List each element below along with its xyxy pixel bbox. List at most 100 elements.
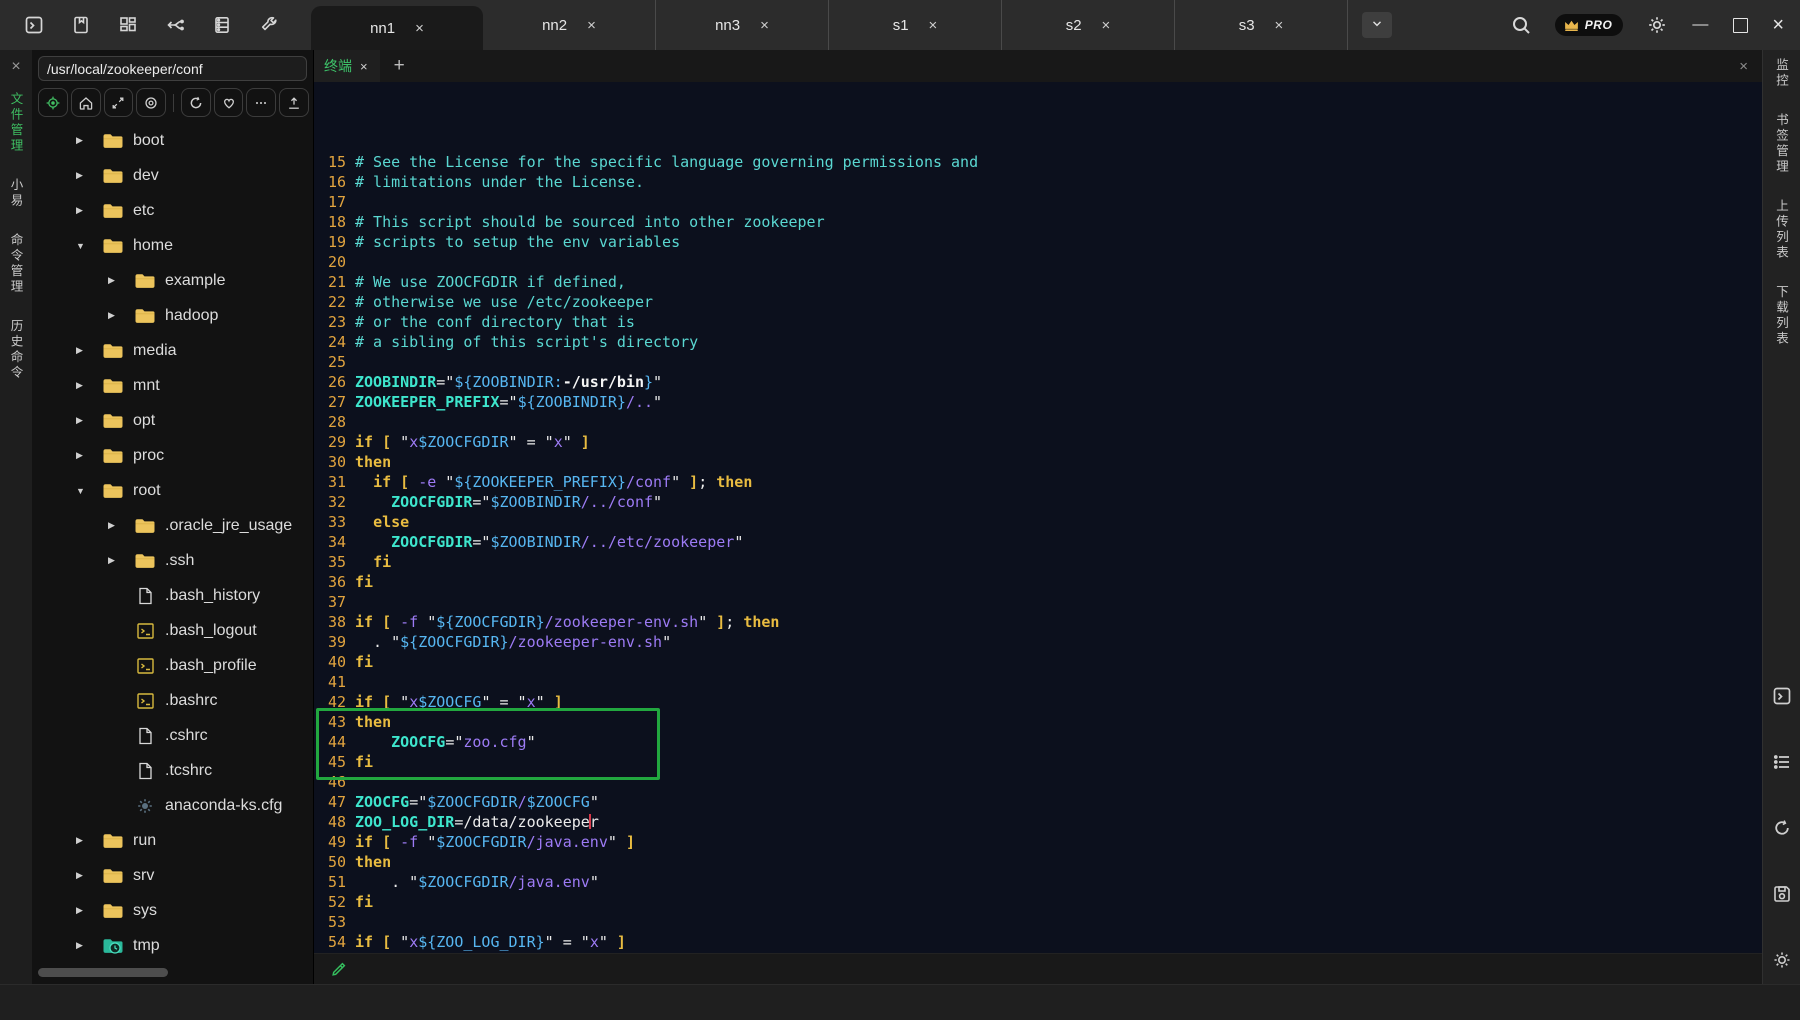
tree-right-arrow-icon[interactable]: ▶ (76, 205, 102, 216)
tree-item-tmp[interactable]: ▶tmp (32, 928, 313, 963)
tree-right-arrow-icon[interactable]: ▶ (108, 275, 134, 286)
close-button[interactable]: × (1772, 15, 1784, 35)
tree-right-arrow-icon[interactable]: ▶ (76, 135, 102, 146)
session-tab-nn2[interactable]: nn2× (483, 0, 656, 50)
horizontal-scrollbar[interactable] (32, 966, 313, 980)
right-rail-item-0[interactable]: 监控 (1772, 58, 1791, 89)
panel-close-icon[interactable]: × (11, 58, 20, 80)
code-line-17: 17 (314, 192, 1762, 212)
wrench-icon[interactable] (259, 15, 279, 35)
minimize-button[interactable]: — (1691, 16, 1709, 34)
code-line-26: 26ZOOBINDIR="${ZOOBINDIR:-/usr/bin}" (314, 372, 1762, 392)
tab-close-icon[interactable]: × (587, 18, 596, 33)
refresh-icon[interactable] (1772, 818, 1792, 838)
session-tab-nn3[interactable]: nn3× (656, 0, 829, 50)
terminal-window-icon[interactable] (24, 15, 44, 35)
tree-right-arrow-icon[interactable]: ▶ (76, 905, 102, 916)
tree-item-run[interactable]: ▶run (32, 823, 313, 858)
tree-down-arrow-icon[interactable]: ▼ (76, 486, 102, 496)
tree-item-dev[interactable]: ▶dev (32, 158, 313, 193)
more-button[interactable] (246, 88, 276, 117)
right-rail-item-1[interactable]: 书签管理 (1772, 113, 1791, 175)
tree-item-media[interactable]: ▶media (32, 333, 313, 368)
tree-item-etc[interactable]: ▶etc (32, 193, 313, 228)
path-input[interactable] (38, 56, 307, 81)
fit-button[interactable] (104, 88, 134, 117)
tab-close-icon[interactable]: × (929, 18, 938, 33)
tree-right-arrow-icon[interactable]: ▶ (76, 835, 102, 846)
search-icon[interactable] (1511, 15, 1531, 35)
terminal-window-icon[interactable] (1772, 686, 1792, 706)
session-tab-nn1[interactable]: nn1× (311, 6, 483, 50)
tree-right-arrow-icon[interactable]: ▶ (108, 520, 134, 531)
pro-badge[interactable]: PRO (1555, 14, 1624, 36)
tree-item-home[interactable]: ▼home (32, 228, 313, 263)
tree-item-mnt[interactable]: ▶mnt (32, 368, 313, 403)
maximize-button[interactable] (1733, 18, 1748, 33)
session-tab-s1[interactable]: s1× (829, 0, 1002, 50)
tree-item-srv[interactable]: ▶srv (32, 858, 313, 893)
tab-close-icon[interactable]: × (1275, 18, 1284, 33)
tree-item-sys[interactable]: ▶sys (32, 893, 313, 928)
terminal-tab-close-icon[interactable]: × (360, 59, 368, 74)
tree-right-arrow-icon[interactable]: ▶ (76, 940, 102, 951)
tree-right-arrow-icon[interactable]: ▶ (108, 555, 134, 566)
tab-close-icon[interactable]: × (415, 21, 424, 36)
list-icon[interactable] (1772, 752, 1792, 772)
tree-item-example[interactable]: ▶example (32, 263, 313, 298)
folder-icon (102, 377, 124, 395)
tree-item-.cshrc[interactable]: .cshrc (32, 718, 313, 753)
server-list-icon[interactable] (212, 15, 232, 35)
vim-editor[interactable]: 15# See the License for the specific lan… (314, 82, 1762, 953)
settings-gear-icon[interactable] (1647, 15, 1667, 35)
tab-close-icon[interactable]: × (760, 18, 769, 33)
heart-button[interactable] (214, 88, 244, 117)
tree-item-proc[interactable]: ▶proc (32, 438, 313, 473)
gear-icon[interactable] (1772, 950, 1792, 970)
session-tab-s3[interactable]: s3× (1175, 0, 1348, 50)
right-rail-item-3[interactable]: 下载列表 (1772, 285, 1791, 347)
bookmark-file-icon[interactable] (71, 15, 91, 35)
tree-right-arrow-icon[interactable]: ▶ (108, 310, 134, 321)
new-terminal-button[interactable]: + (394, 55, 405, 77)
home-button[interactable] (71, 88, 101, 117)
upload-button[interactable] (279, 88, 309, 117)
tree-item-.bash_history[interactable]: .bash_history (32, 578, 313, 613)
tree-right-arrow-icon[interactable]: ▶ (76, 415, 102, 426)
tree-right-arrow-icon[interactable]: ▶ (76, 870, 102, 881)
terminal-tab[interactable]: 终端 × (314, 50, 380, 82)
tree-item-.ssh[interactable]: ▶.ssh (32, 543, 313, 578)
tree-item-opt[interactable]: ▶opt (32, 403, 313, 438)
locate-button[interactable] (38, 88, 68, 117)
tree-item-boot[interactable]: ▶boot (32, 123, 313, 158)
session-tab-s2[interactable]: s2× (1002, 0, 1175, 50)
tree-right-arrow-icon[interactable]: ▶ (76, 380, 102, 391)
tab-close-icon[interactable]: × (1102, 18, 1111, 33)
tree-item-anaconda-ks.cfg[interactable]: anaconda-ks.cfg (32, 788, 313, 823)
tab-overflow-button[interactable] (1362, 12, 1392, 38)
tree-item-root[interactable]: ▼root (32, 473, 313, 508)
tree-item-hadoop[interactable]: ▶hadoop (32, 298, 313, 333)
connection-tree-icon[interactable] (165, 15, 185, 35)
right-rail-item-2[interactable]: 上传列表 (1772, 199, 1791, 261)
left-rail-item-1[interactable]: 小易 (7, 178, 26, 209)
tree-item-.tcshrc[interactable]: .tcshrc (32, 753, 313, 788)
terminal-pane-close-icon[interactable]: × (1739, 58, 1762, 75)
tree-item-.bash_logout[interactable]: .bash_logout (32, 613, 313, 648)
scrollbar-thumb[interactable] (38, 968, 168, 977)
left-rail-item-3[interactable]: 历史命令 (7, 319, 26, 381)
refresh-button[interactable] (181, 88, 211, 117)
tree-down-arrow-icon[interactable]: ▼ (76, 241, 102, 251)
eye-button[interactable] (136, 88, 166, 117)
left-rail-item-2[interactable]: 命令管理 (7, 233, 26, 295)
tree-right-arrow-icon[interactable]: ▶ (76, 450, 102, 461)
tree-item-.oracle_jre_usage[interactable]: ▶.oracle_jre_usage (32, 508, 313, 543)
tree-right-arrow-icon[interactable]: ▶ (76, 170, 102, 181)
tree-item-.bashrc[interactable]: .bashrc (32, 683, 313, 718)
tree-item-.bash_profile[interactable]: .bash_profile (32, 648, 313, 683)
tree-right-arrow-icon[interactable]: ▶ (76, 345, 102, 356)
save-icon[interactable] (1772, 884, 1792, 904)
left-rail-item-0[interactable]: 文件管理 (7, 92, 26, 154)
layout-grid-icon[interactable] (118, 15, 138, 35)
highlighter-pen-icon[interactable] (330, 960, 348, 978)
